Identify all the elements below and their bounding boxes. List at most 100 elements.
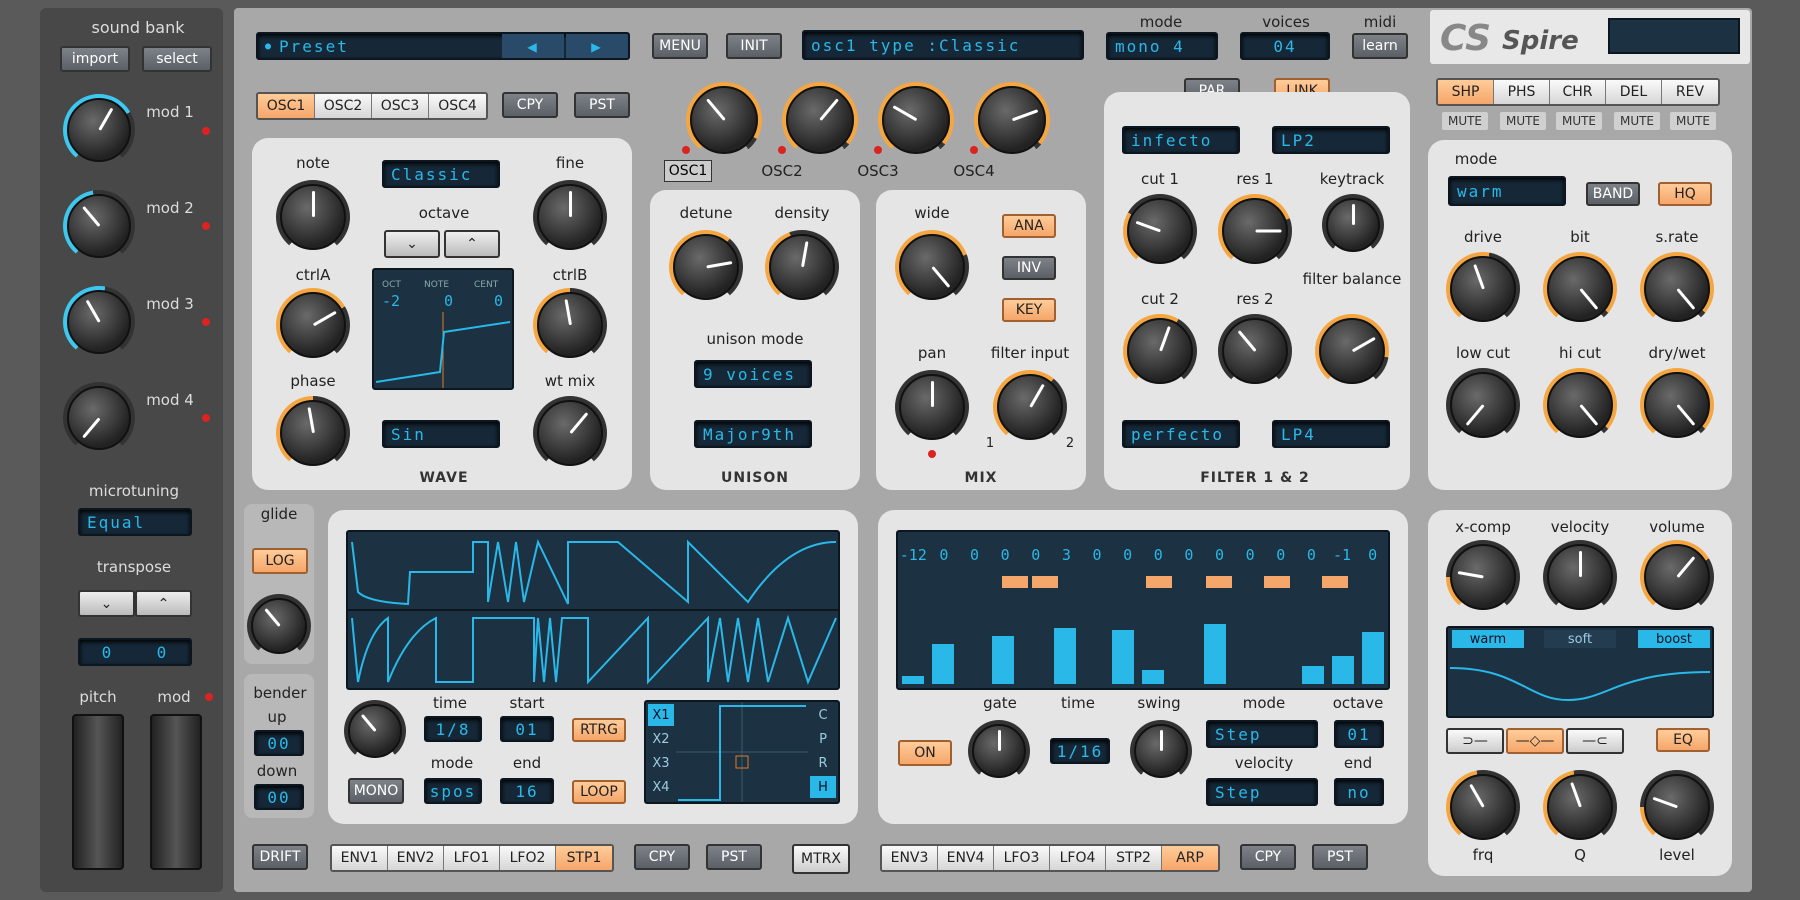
mute-shp-button[interactable]: MUTE <box>1442 112 1488 130</box>
mute-del-button[interactable]: MUTE <box>1614 112 1660 130</box>
wide-knob[interactable] <box>895 230 969 304</box>
filter2-type-select[interactable]: perfecto <box>1122 420 1240 448</box>
loop-button[interactable]: LOOP <box>572 780 626 804</box>
arp-end-display[interactable]: no <box>1334 778 1384 806</box>
tab-env4[interactable]: ENV4 <box>938 846 994 870</box>
arp-time-display[interactable]: 1/16 <box>1050 738 1110 764</box>
cut2-knob[interactable] <box>1123 314 1197 388</box>
stp-r-button[interactable]: R <box>810 752 836 774</box>
arp-step[interactable]: 0 <box>1112 546 1143 566</box>
tab-rev[interactable]: REV <box>1662 80 1718 104</box>
mode-select[interactable]: mono 4 <box>1106 32 1218 60</box>
cut1-knob[interactable] <box>1123 194 1197 268</box>
octave-down-button[interactable]: ⌄ <box>384 230 440 258</box>
stp-p-button[interactable]: P <box>810 728 836 750</box>
arp-step[interactable]: 0 <box>1082 546 1113 566</box>
preset-display[interactable]: ● Preset ◀ ▶ <box>256 32 630 60</box>
arp-mode-select[interactable]: Step <box>1206 720 1318 748</box>
mod1-copy-button[interactable]: CPY <box>634 844 690 870</box>
stp-x3-button[interactable]: X3 <box>648 752 674 774</box>
eq-lowshelf-button[interactable]: ⊃— <box>1446 728 1504 754</box>
glide-knob[interactable] <box>247 594 311 658</box>
srate-knob[interactable] <box>1640 252 1714 326</box>
detune-knob[interactable] <box>669 230 743 304</box>
tab-lfo2[interactable]: LFO2 <box>500 846 556 870</box>
mtrx-button[interactable]: MTRX <box>792 844 850 874</box>
pan-knob[interactable] <box>895 370 969 444</box>
arp-step[interactable]: 0 <box>1021 546 1052 566</box>
stp-mode-display[interactable]: spos <box>424 778 482 804</box>
tab-lfo1[interactable]: LFO1 <box>444 846 500 870</box>
tab-stp1[interactable]: STP1 <box>556 846 612 870</box>
osc1-level-knob[interactable] <box>686 82 762 158</box>
stp-start-display[interactable]: 01 <box>500 716 554 742</box>
eq-boost-tab[interactable]: boost <box>1638 630 1710 648</box>
filter-input-knob[interactable] <box>993 370 1067 444</box>
microtuning-select[interactable]: Equal <box>78 508 192 536</box>
mod-wheel[interactable] <box>150 714 202 870</box>
xcomp-knob[interactable] <box>1446 540 1520 614</box>
eq-button[interactable]: EQ <box>1656 728 1710 752</box>
eq-warm-tab[interactable]: warm <box>1452 630 1524 648</box>
arp-step[interactable]: -1 <box>1327 546 1358 566</box>
stp-rate-knob[interactable] <box>344 700 406 762</box>
log-button[interactable]: LOG <box>252 548 308 574</box>
osc-tabs[interactable]: OSC1 OSC2 OSC3 OSC4 <box>256 92 488 120</box>
mute-rev-button[interactable]: MUTE <box>1670 112 1716 130</box>
fx-tabs[interactable]: SHP PHS CHR DEL REV <box>1436 78 1720 106</box>
eq-peak-button[interactable]: —◇— <box>1506 728 1564 754</box>
tab-osc3[interactable]: OSC3 <box>372 94 429 118</box>
phase-knob[interactable] <box>276 396 350 470</box>
tab-lfo4[interactable]: LFO4 <box>1050 846 1106 870</box>
stp-x1-button[interactable]: X1 <box>648 704 674 726</box>
hq-button[interactable]: HQ <box>1658 182 1712 206</box>
bender-down-display[interactable]: 00 <box>254 784 304 810</box>
tab-stp2[interactable]: STP2 <box>1106 846 1162 870</box>
fine-knob[interactable] <box>533 180 607 254</box>
next-preset-icon[interactable]: ▶ <box>566 34 628 58</box>
mod2-knob[interactable] <box>63 190 135 262</box>
tab-chr[interactable]: CHR <box>1550 80 1606 104</box>
bender-up-display[interactable]: 00 <box>254 730 304 756</box>
arp-step[interactable]: 0 <box>1174 546 1205 566</box>
prev-preset-icon[interactable]: ◀ <box>502 34 564 58</box>
res2-knob[interactable] <box>1218 314 1292 388</box>
wave-type-select[interactable]: Classic <box>382 160 500 188</box>
stp-time-display[interactable]: 1/8 <box>424 716 482 742</box>
arp-step[interactable]: -12 <box>898 546 929 566</box>
arp-step[interactable]: 0 <box>1296 546 1327 566</box>
rtrg-button[interactable]: RTRG <box>572 718 626 742</box>
tab-del[interactable]: DEL <box>1606 80 1662 104</box>
stp-end-display[interactable]: 16 <box>500 778 554 804</box>
hi-cut-knob[interactable] <box>1543 368 1617 442</box>
filter1-mode-select[interactable]: LP2 <box>1272 126 1390 154</box>
bit-knob[interactable] <box>1543 252 1617 326</box>
stp-x2-button[interactable]: X2 <box>648 728 674 750</box>
osc2-level-knob[interactable] <box>782 82 858 158</box>
drift-button[interactable]: DRIFT <box>252 844 308 870</box>
mono-button[interactable]: MONO <box>348 778 404 804</box>
osc-type-display[interactable]: osc1 type :Classic <box>802 30 1084 60</box>
tab-osc2[interactable]: OSC2 <box>315 94 372 118</box>
arp-step[interactable]: 0 <box>959 546 990 566</box>
transpose-down-button[interactable]: ⌄ <box>78 590 135 617</box>
band-button[interactable]: BAND <box>1586 182 1640 206</box>
mute-phs-button[interactable]: MUTE <box>1500 112 1546 130</box>
tab-env1[interactable]: ENV1 <box>332 846 388 870</box>
arp-step[interactable]: 0 <box>929 546 960 566</box>
tab-phs[interactable]: PHS <box>1494 80 1550 104</box>
arp-on-button[interactable]: ON <box>898 740 952 766</box>
ctrlA-knob[interactable] <box>276 288 350 362</box>
tab-arp[interactable]: ARP <box>1162 846 1218 870</box>
tab-lfo3[interactable]: LFO3 <box>994 846 1050 870</box>
select-button[interactable]: select <box>142 46 212 72</box>
arp-gate-knob[interactable] <box>968 720 1030 782</box>
velocity-knob[interactable] <box>1543 540 1617 614</box>
arp-step[interactable]: 0 <box>990 546 1021 566</box>
tab-osc1[interactable]: OSC1 <box>258 94 315 118</box>
menu-button[interactable]: MENU <box>652 33 708 59</box>
init-button[interactable]: INIT <box>726 33 782 59</box>
mod1-knob[interactable] <box>63 94 135 166</box>
tab-shp[interactable]: SHP <box>1438 80 1494 104</box>
density-knob[interactable] <box>765 230 839 304</box>
